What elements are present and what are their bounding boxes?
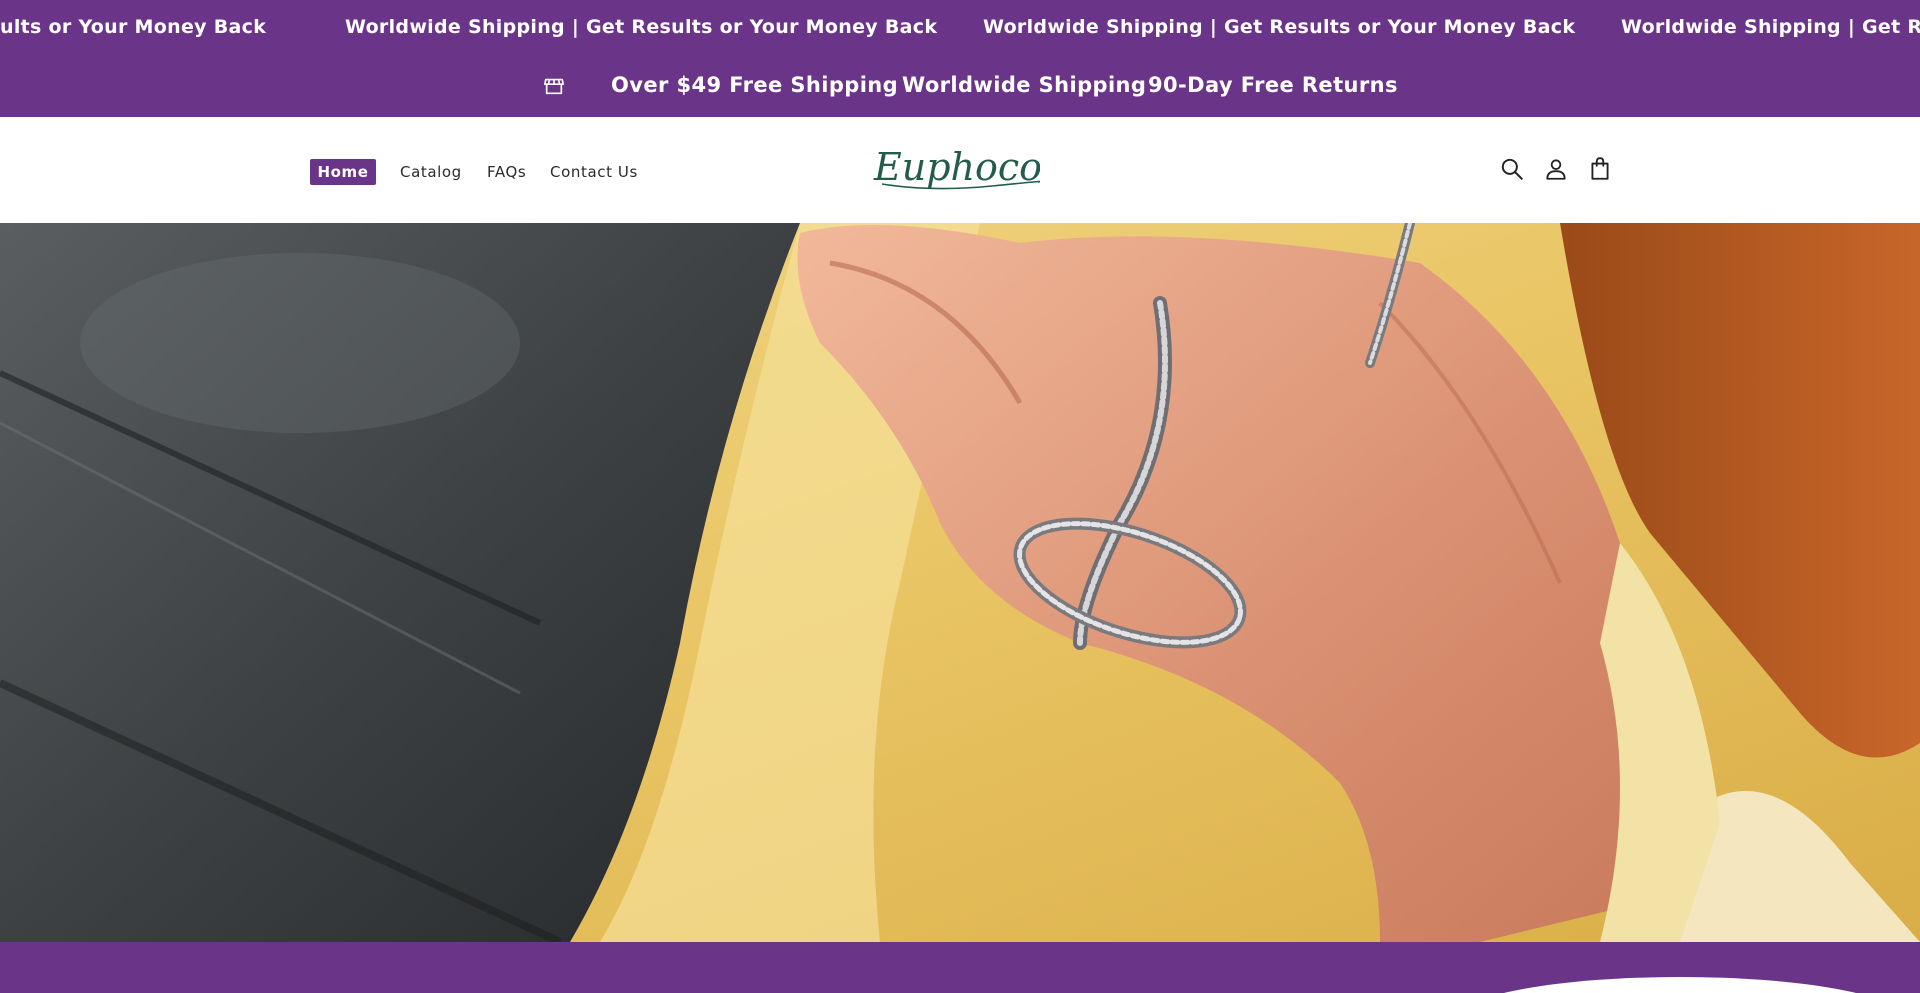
store-icon (544, 78, 564, 95)
benefit-free-returns: 90-Day Free Returns (1148, 73, 1398, 97)
account-icon[interactable] (1543, 156, 1569, 182)
decorative-curve (1460, 977, 1900, 993)
hero-banner[interactable] (0, 223, 1920, 942)
cart-icon[interactable] (1587, 156, 1613, 182)
benefit-free-shipping: Over $49 Free Shipping (611, 73, 899, 97)
hero-image (0, 223, 1920, 942)
marquee-item: Worldwide Shipping | Get Results or Your… (983, 16, 1576, 38)
marquee-item: Worldwide Shipping | Get Resu (1621, 16, 1920, 38)
nav-home-link[interactable]: Home (310, 159, 376, 185)
marquee-item: ults or Your Money Back (0, 16, 267, 38)
nav-catalog-link[interactable]: Catalog (400, 159, 462, 185)
brand-logo-text: Euphocoa (873, 146, 1040, 189)
search-icon[interactable] (1499, 156, 1525, 182)
announcement-marquee: ults or Your Money Back Worldwide Shippi… (0, 0, 1920, 56)
nav-contact-link[interactable]: Contact Us (550, 159, 638, 185)
section-band (0, 942, 1920, 993)
brand-logo[interactable]: Euphocoa (872, 146, 1040, 194)
nav-faqs-link[interactable]: FAQs (487, 159, 526, 185)
marquee-item: Worldwide Shipping | Get Results or Your… (345, 16, 938, 38)
benefit-worldwide-shipping: Worldwide Shipping (902, 73, 1147, 97)
